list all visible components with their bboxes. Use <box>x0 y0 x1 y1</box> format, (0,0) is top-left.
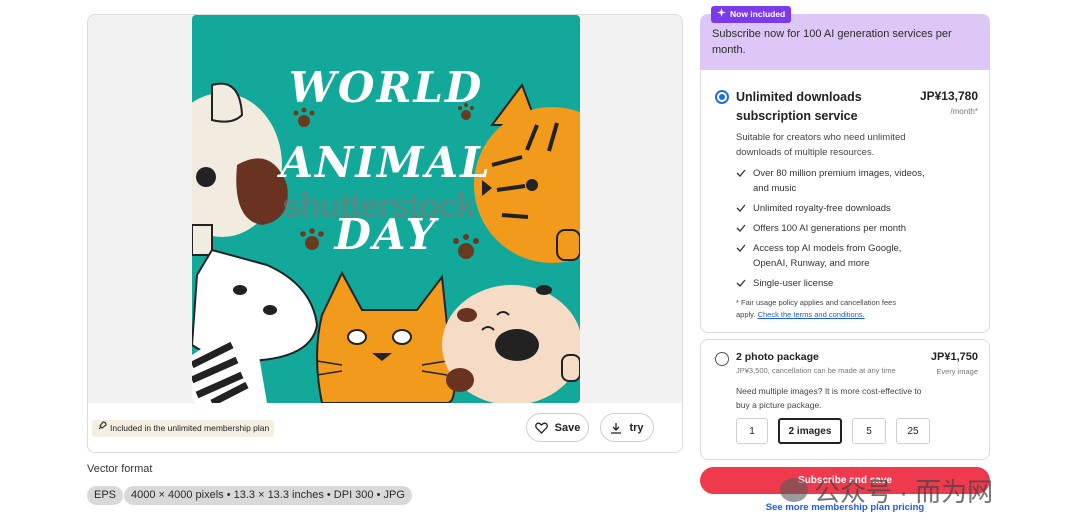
product-page: WORLD ANIMAL DAY shutterstock Included i… <box>0 0 1080 532</box>
now-included-badge: Now included <box>711 6 792 23</box>
wechat-watermark: 公众号 · 而为网 <box>780 472 993 508</box>
poster-image: WORLD ANIMAL DAY shutterstock <box>192 15 580 403</box>
feature-text: Single-user license <box>753 278 834 289</box>
heart-icon <box>534 422 548 434</box>
ai-promo-banner: Now included Subscribe now for 100 AI ge… <box>700 6 990 70</box>
shutterstock-watermark: shutterstock <box>282 187 475 225</box>
photo-package-card[interactable]: 2 photo package JP¥3,500, cancellation c… <box>700 339 990 460</box>
poster-title-line-1: WORLD <box>288 63 484 112</box>
fair-usage-note: * Fair usage policy applies and cancella… <box>736 297 916 321</box>
unlimited-plan-card[interactable]: Unlimited downloads subscription service… <box>700 70 990 333</box>
wechat-watermark-text: 公众号 · 而为网 <box>814 476 994 507</box>
quantity-option-25[interactable]: 25 <box>896 418 930 444</box>
check-icon <box>736 169 746 177</box>
feature-item: Access top AI models from Google, OpenAI… <box>736 241 936 271</box>
photo-package-unit: Every image <box>936 367 978 376</box>
save-label: Save <box>554 421 581 434</box>
image-preview-card: WORLD ANIMAL DAY shutterstock Included i… <box>87 14 683 453</box>
membership-chip: Included in the unlimited membership pla… <box>92 420 275 437</box>
preview-action-bar: Included in the unlimited membership pla… <box>88 403 682 452</box>
photo-package-name: 2 photo package <box>736 351 819 363</box>
feature-item: Offers 100 AI generations per month <box>736 221 936 236</box>
sparkle-icon <box>717 6 726 23</box>
format-chip: EPS <box>87 486 124 505</box>
wechat-icon <box>780 478 808 502</box>
dog-bottom-right <box>442 285 580 403</box>
unlimited-plan-name: Unlimited downloads subscription service <box>736 90 862 123</box>
spec-chip: 4000 × 4000 pixels • 13.3 × 13.3 inches … <box>124 486 412 505</box>
feature-item: Over 80 million premium images, videos, … <box>736 166 936 196</box>
feature-item: Unlimited royalty-free downloads <box>736 201 936 216</box>
photo-package-price: JP¥1,750 <box>930 351 978 363</box>
promo-text: Subscribe now for 100 AI generation serv… <box>712 28 952 56</box>
save-button[interactable]: Save <box>526 413 589 442</box>
try-button[interactable]: try <box>600 413 654 442</box>
quantity-option-2[interactable]: 2 images <box>778 418 842 444</box>
photo-package-subtext: JP¥3,500, cancellation can be made at an… <box>736 366 896 375</box>
download-icon <box>610 422 622 434</box>
feature-text: Offers 100 AI generations per month <box>753 223 906 234</box>
try-label: try <box>629 421 644 434</box>
check-icon <box>736 204 746 212</box>
feature-list: Over 80 million premium images, videos, … <box>736 166 936 291</box>
check-icon <box>736 244 746 252</box>
cat-orange-bottom-middle <box>316 270 456 403</box>
check-icon <box>736 224 746 232</box>
check-icon <box>736 279 746 287</box>
unlimited-plan-description: Suitable for creators who need unlimited… <box>736 132 906 158</box>
quantity-option-5[interactable]: 5 <box>852 418 886 444</box>
unlimited-plan-period: /month* <box>950 107 978 116</box>
feature-text: Unlimited royalty-free downloads <box>753 203 891 214</box>
feature-text: Over 80 million premium images, videos, … <box>753 168 925 194</box>
unlimited-plan-radio[interactable] <box>715 90 729 104</box>
membership-chip-label: Included in the unlimited membership pla… <box>110 423 270 433</box>
poster-title-line-2: ANIMAL <box>280 138 492 187</box>
format-label: Vector format <box>87 463 153 475</box>
quantity-option-1[interactable]: 1 <box>736 418 768 444</box>
photo-package-radio[interactable] <box>715 352 729 366</box>
badge-label: Now included <box>730 9 786 19</box>
feature-text: Access top AI models from Google, OpenAI… <box>753 243 902 269</box>
rocket-icon <box>97 420 107 437</box>
cat-white-bottom-left <box>192 248 319 403</box>
feature-item: Single-user license <box>736 276 936 291</box>
unlimited-plan-price: JP¥13,780 <box>919 89 978 103</box>
photo-package-description: Need multiple images? It is more cost-ef… <box>736 386 922 410</box>
terms-link[interactable]: Check the terms and conditions. <box>758 310 865 319</box>
